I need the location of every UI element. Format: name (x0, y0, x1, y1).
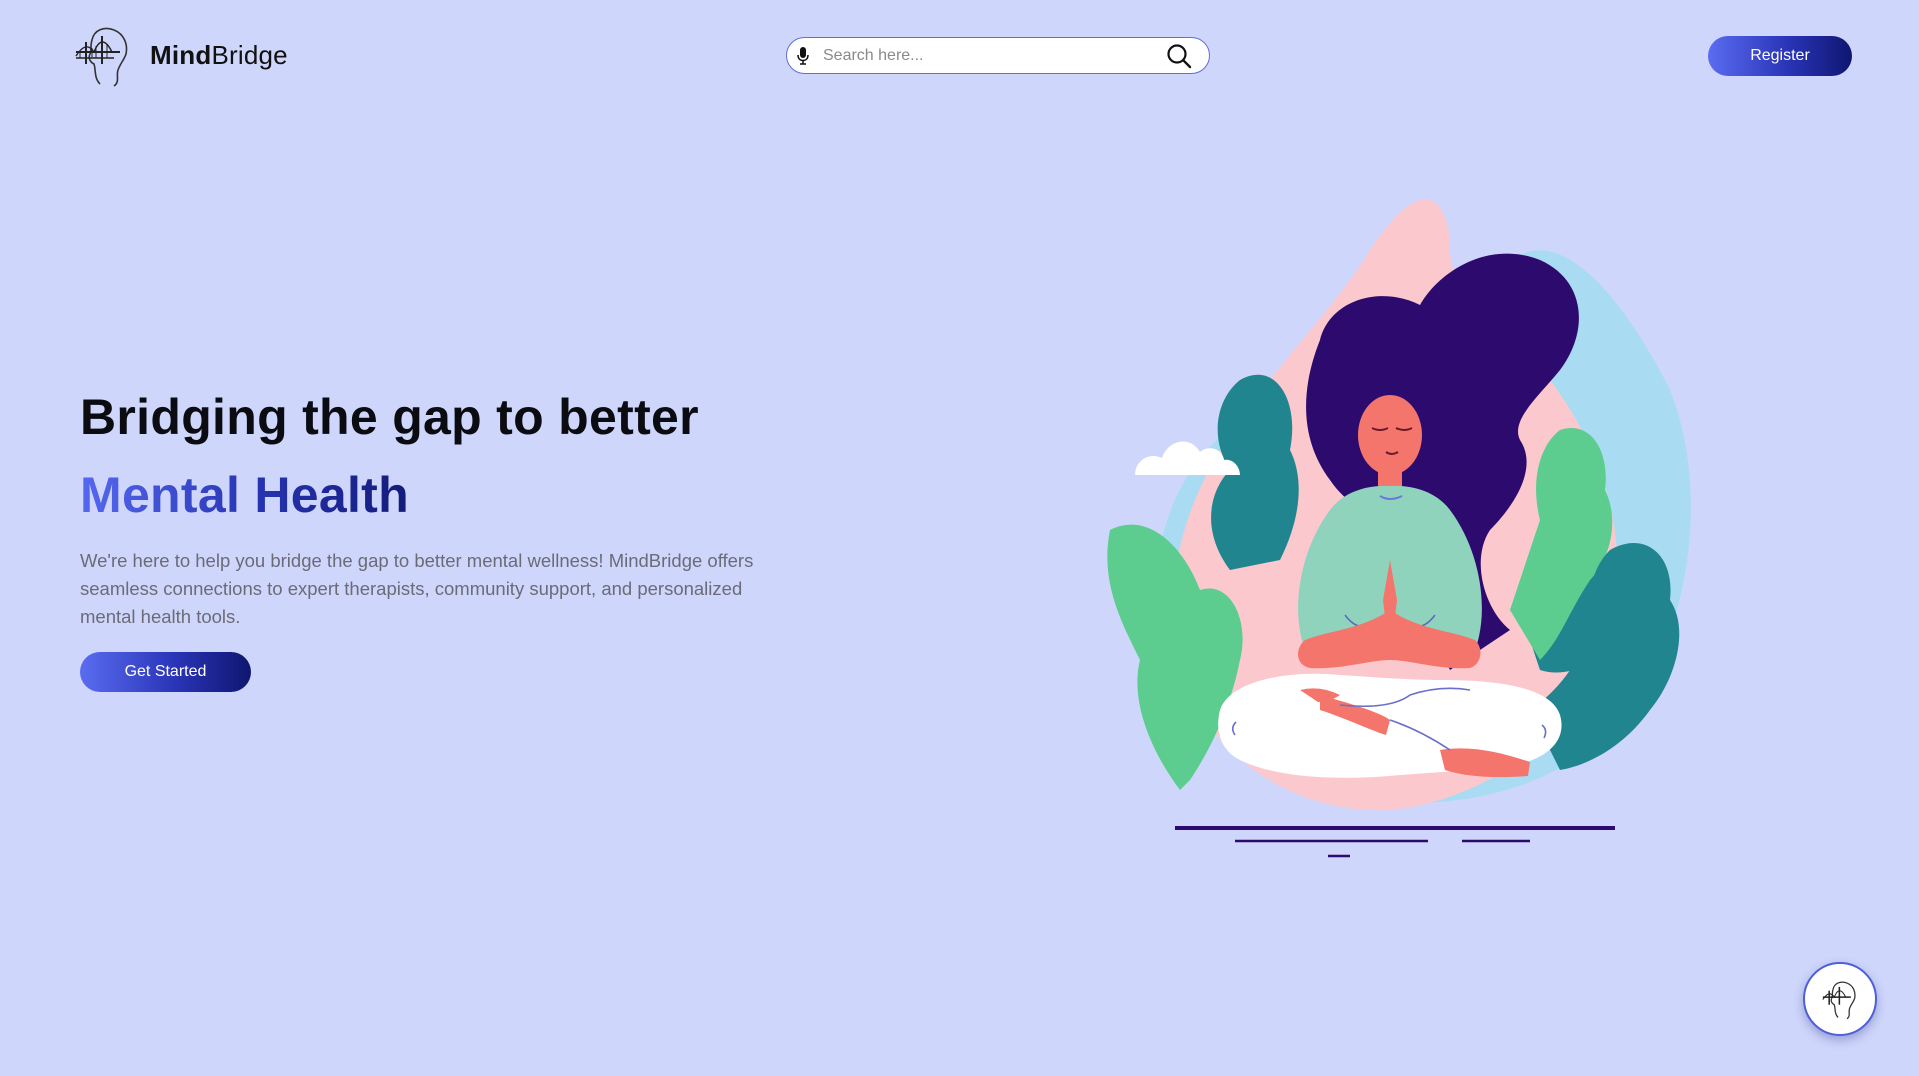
hero-description: We're here to help you bridge the gap to… (80, 550, 754, 627)
hero-title: Bridging the gap to better (80, 389, 699, 445)
brand-logo[interactable]: MindBridge (74, 22, 288, 88)
landing-page: MindBridge Register Bridging the gap to … (0, 0, 1919, 1076)
get-started-button[interactable]: Get Started (80, 652, 251, 692)
chat-fab-button[interactable] (1803, 962, 1877, 1036)
brand-name-bold: Mind (150, 39, 212, 70)
bridge-head-logo-icon (75, 27, 128, 87)
brand-name-light: Bridge (211, 39, 288, 70)
register-button[interactable]: Register (1708, 36, 1852, 76)
brand-name: MindBridge (150, 40, 288, 71)
search-bar (786, 37, 1210, 74)
magnifier-icon[interactable] (1165, 42, 1193, 70)
bridge-head-logo-icon (1822, 981, 1856, 1020)
meditating-woman-illustration (1107, 199, 1691, 858)
microphone-icon[interactable] (795, 45, 811, 67)
search-input[interactable] (821, 39, 1165, 72)
hero-highlight: Mental Health (80, 467, 409, 523)
